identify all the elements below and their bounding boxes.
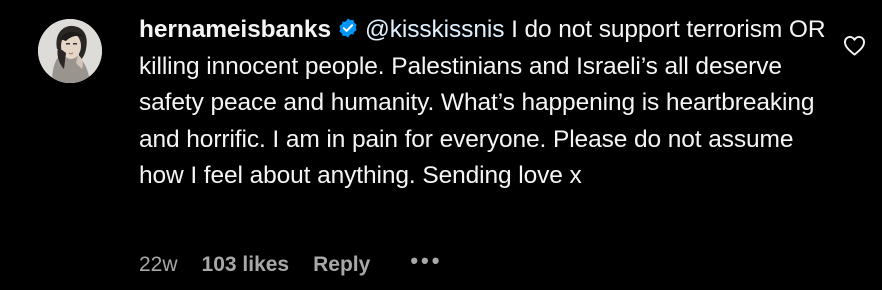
more-options-button[interactable]: •••	[410, 248, 442, 274]
verified-badge-icon	[339, 18, 357, 38]
avatar[interactable]	[38, 19, 102, 83]
comment-username[interactable]: hernameisbanks	[139, 16, 331, 43]
comment-body: hernameisbanks @kisskissnis I do not supp…	[139, 12, 829, 195]
avatar-image	[38, 19, 102, 83]
reply-button[interactable]: Reply	[313, 253, 370, 277]
comment-mention[interactable]: @kisskissnis	[365, 16, 504, 43]
comment: hernameisbanks @kisskissnis I do not supp…	[0, 0, 882, 290]
comment-timestamp: 22w	[139, 253, 178, 276]
likes-count-link[interactable]: 103 likes	[202, 253, 290, 277]
comment-meta: 22w 103 likes Reply •••	[139, 248, 442, 278]
heart-icon[interactable]	[843, 35, 866, 56]
